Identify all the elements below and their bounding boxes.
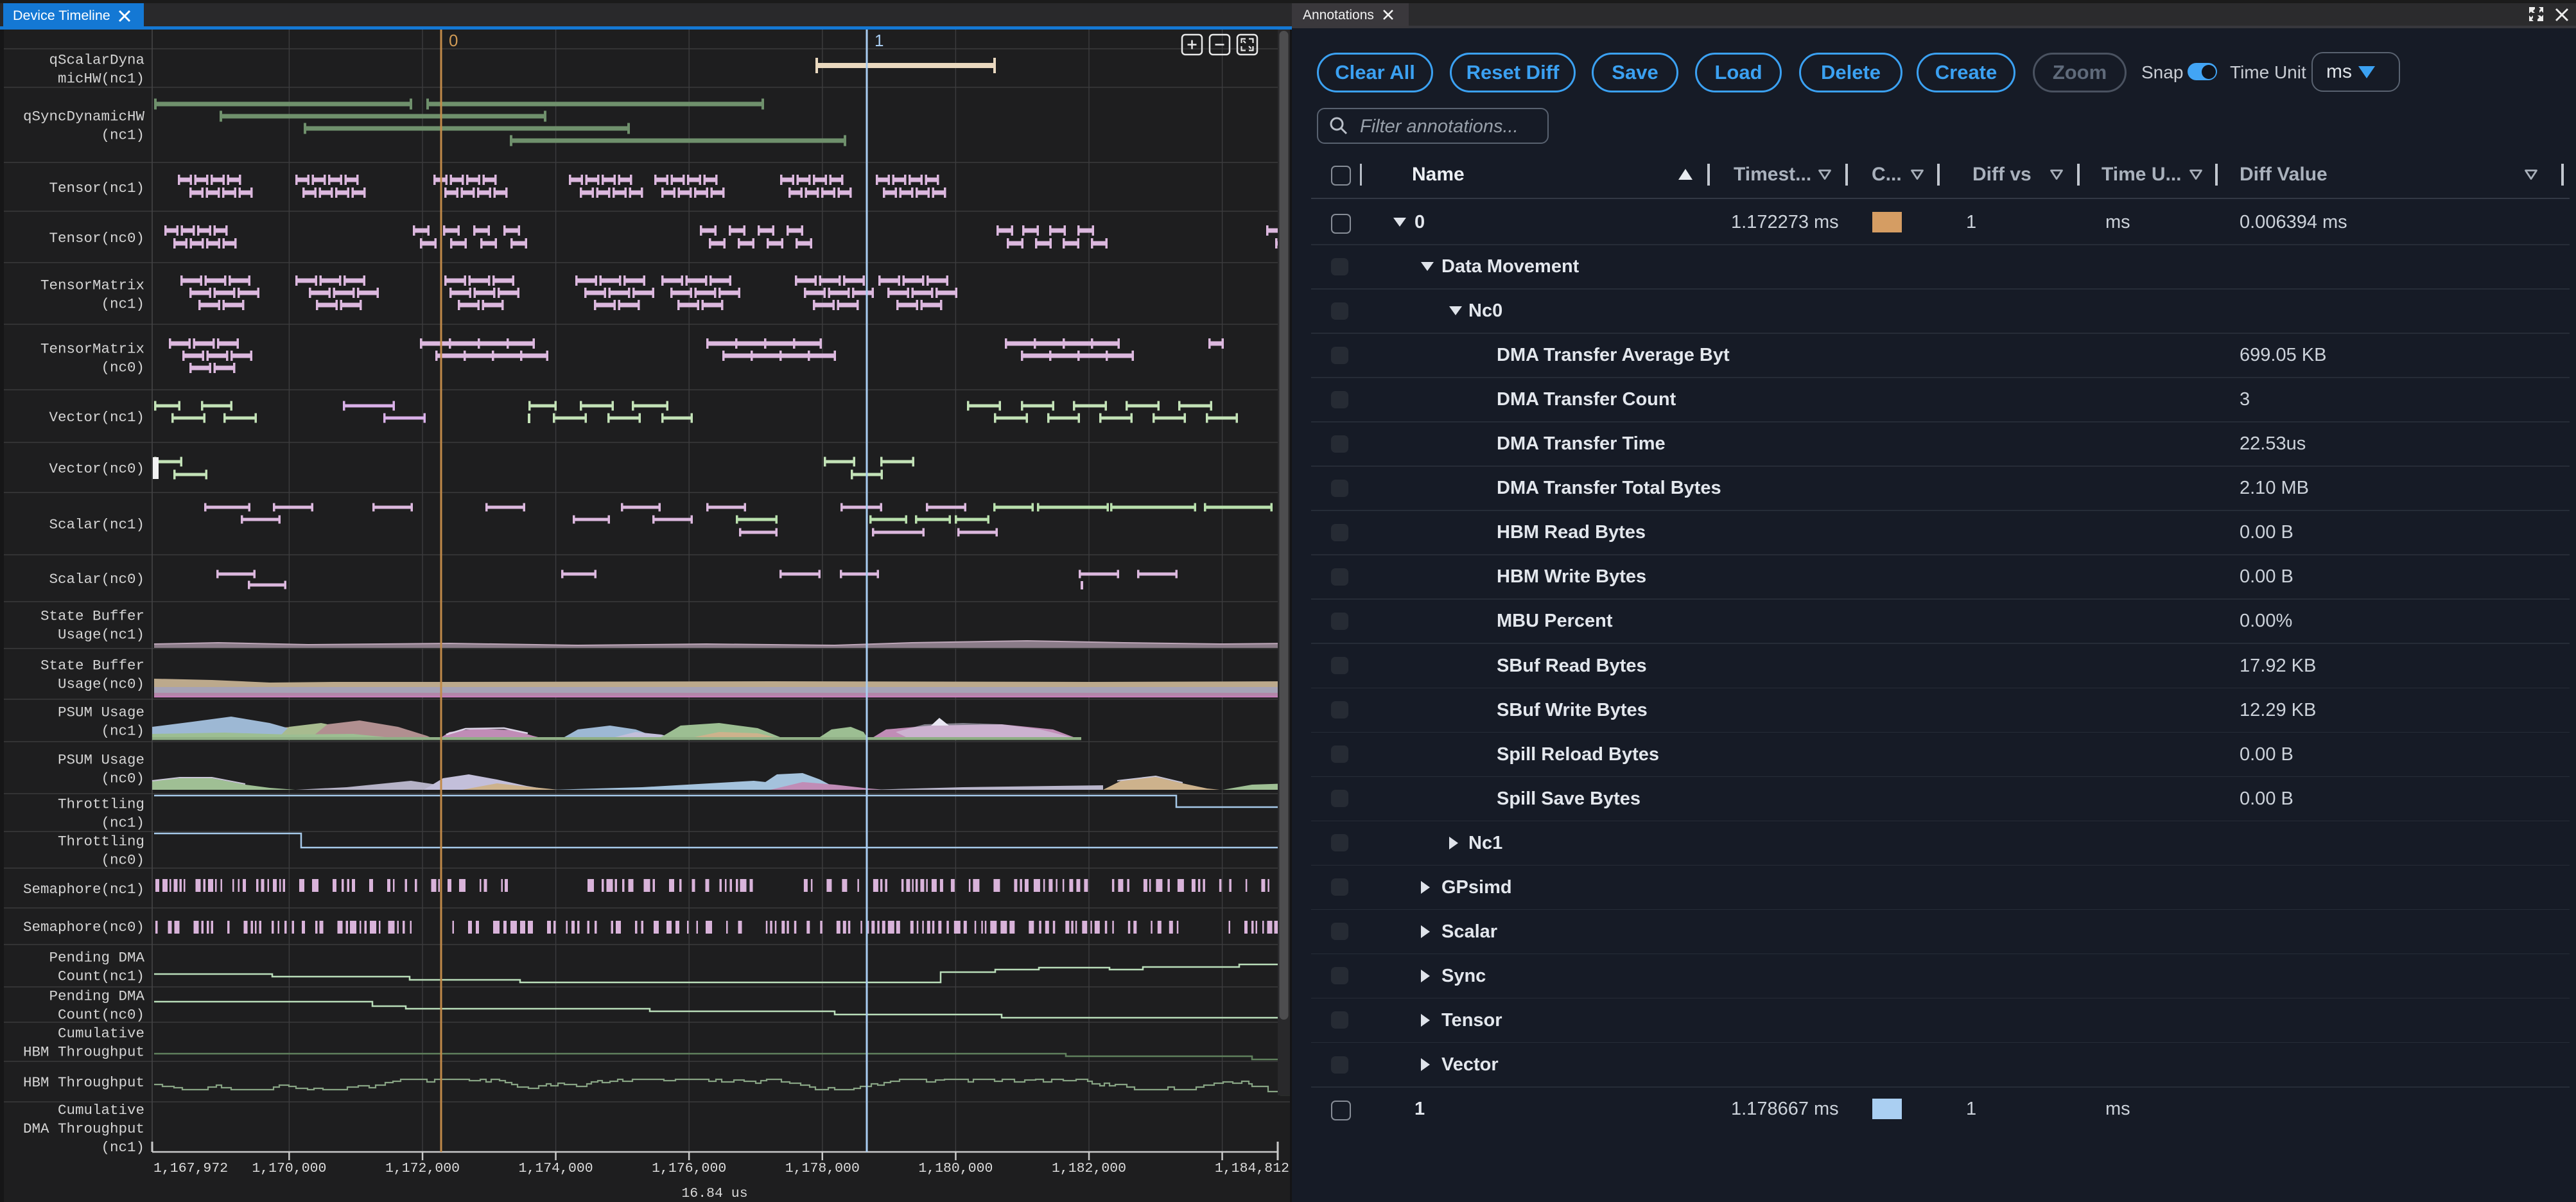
svg-text:(nc1): (nc1): [101, 723, 144, 740]
svg-text:16.84 us: 16.84 us: [681, 1186, 747, 1201]
svg-text:Cumulative: Cumulative: [58, 1102, 144, 1119]
svg-text:Semaphore(nc0): Semaphore(nc0): [23, 919, 144, 936]
svg-text:1,172,000: 1,172,000: [385, 1161, 460, 1176]
svg-text:Usage(nc0): Usage(nc0): [58, 676, 144, 693]
svg-text:(nc1): (nc1): [101, 815, 144, 832]
svg-text:1: 1: [875, 31, 883, 50]
svg-text:1,178,000: 1,178,000: [785, 1161, 860, 1176]
svg-text:DMA Throughput: DMA Throughput: [23, 1120, 144, 1137]
svg-text:Count(nc1): Count(nc1): [58, 968, 144, 985]
svg-text:1,182,000: 1,182,000: [1052, 1161, 1126, 1176]
svg-text:(nc0): (nc0): [101, 771, 144, 787]
svg-text:State Buffer: State Buffer: [40, 658, 144, 674]
svg-text:Tensor(nc0): Tensor(nc0): [49, 230, 144, 247]
svg-text:State Buffer: State Buffer: [40, 608, 144, 625]
svg-text:1,176,000: 1,176,000: [652, 1161, 726, 1176]
svg-text:micHW(nc1): micHW(nc1): [58, 71, 144, 87]
svg-text:1,167,972: 1,167,972: [153, 1161, 228, 1176]
svg-text:(nc0): (nc0): [101, 360, 144, 376]
svg-text:Vector(nc0): Vector(nc0): [49, 460, 144, 477]
svg-text:Semaphore(nc1): Semaphore(nc1): [23, 881, 144, 898]
svg-text:0: 0: [449, 31, 458, 50]
svg-text:Scalar(nc1): Scalar(nc1): [49, 516, 144, 533]
svg-text:qScalarDyna: qScalarDyna: [49, 52, 144, 69]
svg-text:1,170,000: 1,170,000: [252, 1161, 326, 1176]
svg-text:TensorMatrix: TensorMatrix: [40, 341, 144, 358]
svg-text:Tensor(nc1): Tensor(nc1): [49, 180, 144, 196]
svg-text:PSUM Usage: PSUM Usage: [58, 704, 144, 721]
svg-text:1,180,000: 1,180,000: [918, 1161, 993, 1176]
svg-text:qSyncDynamicHW: qSyncDynamicHW: [23, 109, 145, 125]
svg-text:HBM Throughput: HBM Throughput: [23, 1044, 144, 1061]
svg-text:Scalar(nc0): Scalar(nc0): [49, 571, 144, 588]
svg-text:(nc1): (nc1): [101, 127, 144, 144]
svg-text:Vector(nc1): Vector(nc1): [49, 409, 144, 426]
svg-text:TensorMatrix: TensorMatrix: [40, 277, 144, 294]
svg-text:Pending DMA: Pending DMA: [49, 950, 144, 966]
svg-text:HBM Throughput: HBM Throughput: [23, 1074, 144, 1091]
svg-text:1,184,812: 1,184,812: [1215, 1161, 1289, 1176]
svg-text:(nc1): (nc1): [101, 1139, 144, 1156]
svg-text:Count(nc0): Count(nc0): [58, 1007, 144, 1023]
svg-text:(nc1): (nc1): [101, 296, 144, 313]
svg-text:PSUM Usage: PSUM Usage: [58, 752, 144, 769]
svg-text:Usage(nc1): Usage(nc1): [58, 627, 144, 643]
svg-text:(nc0): (nc0): [101, 852, 144, 869]
svg-text:1,174,000: 1,174,000: [519, 1161, 593, 1176]
svg-text:Throttling: Throttling: [58, 796, 144, 813]
svg-text:Cumulative: Cumulative: [58, 1025, 144, 1042]
svg-text:Pending DMA: Pending DMA: [49, 988, 144, 1005]
svg-text:Throttling: Throttling: [58, 833, 144, 850]
